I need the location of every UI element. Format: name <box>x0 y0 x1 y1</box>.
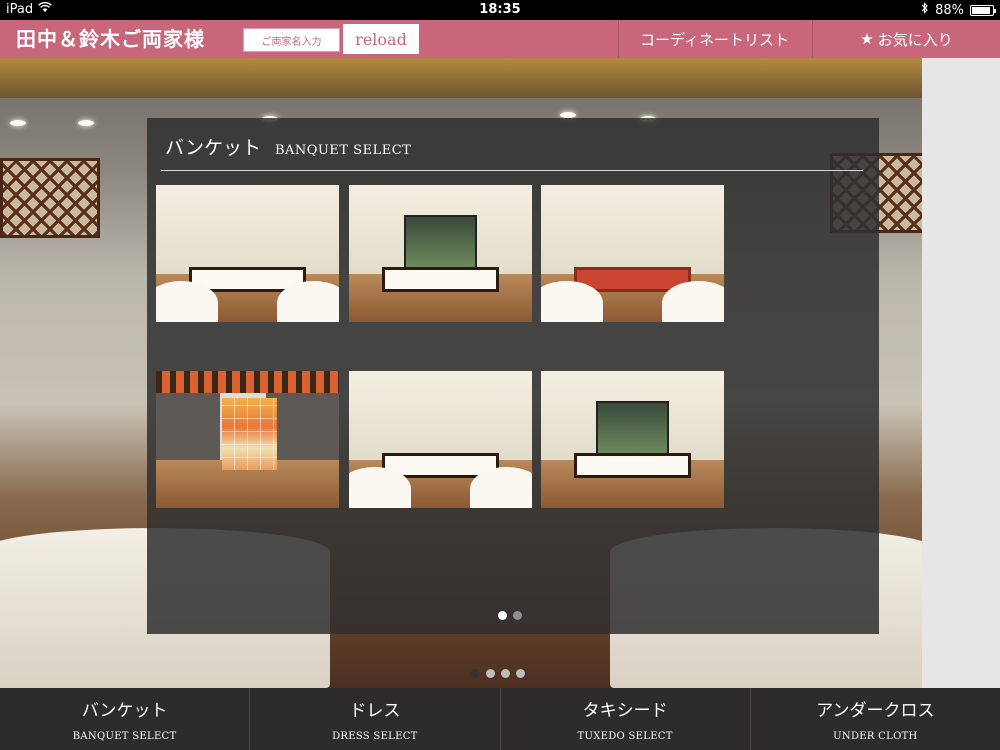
tab-sublabel: TUXEDO SELECT <box>577 731 673 742</box>
battery-level-fill <box>972 6 990 14</box>
banquet-thumbnail[interactable] <box>156 371 339 508</box>
tab-sublabel: DRESS SELECT <box>332 731 418 742</box>
side-strip <box>922 58 1000 688</box>
name-input-button[interactable]: ご両家名入力 <box>243 28 340 52</box>
tab-label: ドレス <box>349 701 401 721</box>
family-name-title: 田中＆鈴木ご両家様 <box>16 27 205 51</box>
star-icon: ★ <box>860 30 874 48</box>
divider <box>161 170 863 171</box>
lattice-panel <box>0 158 100 238</box>
app-header: 田中＆鈴木ご両家様 ご両家名入力 reload コーディネートリスト ★ お気に… <box>0 20 1000 58</box>
page-dot[interactable] <box>498 611 507 620</box>
bluetooth-icon <box>921 2 929 18</box>
background-page-indicator[interactable] <box>471 669 525 678</box>
banquet-thumbnail[interactable] <box>541 185 724 322</box>
panel-page-indicator[interactable] <box>498 611 522 620</box>
tab-sublabel: UNDER CLOTH <box>833 731 918 742</box>
battery-icon <box>970 4 996 16</box>
banquet-thumbnail[interactable] <box>156 185 339 322</box>
favorites-label: お気に入り <box>877 30 953 49</box>
reload-button[interactable]: reload <box>343 24 419 54</box>
page-dot[interactable] <box>501 669 510 678</box>
banquet-thumbnail[interactable] <box>349 371 532 508</box>
tab-sublabel: BANQUET SELECT <box>72 731 177 742</box>
favorites-link[interactable]: ★ お気に入り <box>812 20 1000 58</box>
panel-title: バンケット BANQUET SELECT <box>165 133 411 160</box>
tab-label: アンダークロス <box>816 701 935 721</box>
page-dot[interactable] <box>513 611 522 620</box>
tab-banquet[interactable]: バンケット BANQUET SELECT <box>0 688 249 750</box>
ceiling-light <box>10 120 26 126</box>
battery-percent: 88% <box>935 2 964 18</box>
tab-under-cloth[interactable]: アンダークロス UNDER CLOTH <box>749 688 1000 750</box>
tab-dress[interactable]: ドレス DRESS SELECT <box>249 688 499 750</box>
tab-tuxedo[interactable]: タキシード TUXEDO SELECT <box>499 688 750 750</box>
banquet-thumbnail[interactable] <box>541 371 724 508</box>
panel-title-jp: バンケット <box>165 137 261 159</box>
coordinate-list-link[interactable]: コーディネートリスト <box>618 20 810 58</box>
tab-label: バンケット <box>81 701 168 721</box>
page-dot[interactable] <box>516 669 525 678</box>
ceiling-light <box>78 120 94 126</box>
status-bar: iPad 18:35 88% <box>0 0 1000 20</box>
page-dot[interactable] <box>486 669 495 678</box>
tab-label: タキシード <box>582 701 668 721</box>
ceiling <box>0 58 922 98</box>
page-dot[interactable] <box>471 669 480 678</box>
banquet-thumbnail[interactable] <box>349 185 532 322</box>
clock: 18:35 <box>479 2 521 17</box>
banquet-select-panel: バンケット BANQUET SELECT <box>147 118 879 634</box>
panel-title-en: BANQUET SELECT <box>274 143 412 158</box>
bottom-tab-bar: バンケット BANQUET SELECT ドレス DRESS SELECT タキ… <box>0 688 1000 750</box>
